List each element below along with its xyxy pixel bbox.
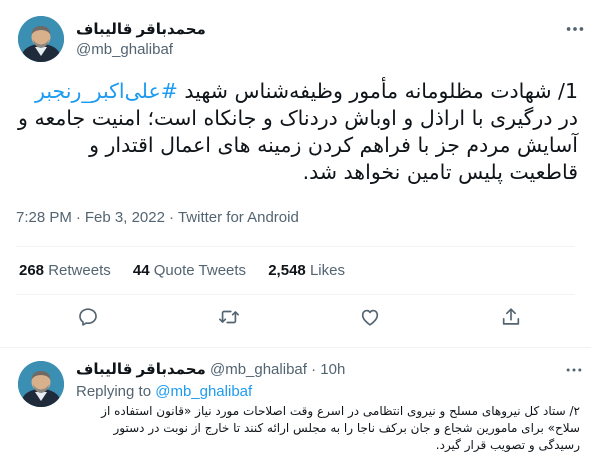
replying-to-mention[interactable]: @mb_ghalibaf [155, 383, 252, 400]
tweet-time[interactable]: 7:28 PM [16, 209, 72, 226]
divider [16, 294, 575, 295]
tweet-text-start: 1/ شهادت مظلومانه مأمور وظیفه‌شناس شهید [177, 79, 578, 103]
avatar-image [18, 361, 64, 407]
quote-tweets-stat[interactable]: 44 Quote Tweets [133, 262, 246, 279]
retweet-icon[interactable] [218, 306, 240, 328]
divider [0, 347, 591, 348]
reply-header: محمدباقر قالیباف @mb_ghalibaf · 10h [76, 360, 345, 378]
reply-icon[interactable] [77, 306, 99, 328]
reply-author-name[interactable]: محمدباقر قالیباف [76, 361, 206, 378]
tweet-stats: 268 Retweets 44 Quote Tweets 2,548 Likes [19, 262, 363, 279]
more-options-icon[interactable] [564, 18, 586, 40]
hashtag-link[interactable]: #علی‌اکبر_رنجبر [35, 79, 178, 103]
tweet-meta: 7:28 PM · Feb 3, 2022 · Twitter for Android [16, 209, 303, 226]
reply-author-handle[interactable]: @mb_ghalibaf [210, 361, 307, 378]
author-handle[interactable]: @mb_ghalibaf [76, 41, 173, 58]
replying-to-label: Replying to [76, 383, 152, 400]
reply-text: ۲/ ستاد کل نیروهای مسلح و نیروی انتظامی … [101, 404, 580, 452]
meta-separator: · [168, 209, 174, 226]
reply-separator: · [311, 361, 317, 378]
main-tweet: محمدباقر قالیباف @mb_ghalibaf 1/ شهادت م… [0, 0, 591, 348]
tweet-date[interactable]: Feb 3, 2022 [85, 209, 165, 226]
likes-stat[interactable]: 2,548 Likes [268, 262, 345, 279]
reply-time[interactable]: 10h [320, 361, 345, 378]
reply-more-options-icon[interactable] [564, 360, 584, 380]
share-icon[interactable] [500, 306, 522, 328]
replying-to: Replying to @mb_ghalibaf [76, 383, 252, 400]
retweets-stat[interactable]: 268 Retweets [19, 262, 111, 279]
tweet-actions [0, 306, 591, 336]
divider [16, 246, 575, 247]
avatar-image [18, 16, 64, 62]
avatar[interactable] [18, 16, 64, 62]
tweet-source[interactable]: Twitter for Android [178, 209, 299, 226]
tweet-text-end: در درگیری با اراذل و اوباش دردناک و جانک… [18, 106, 578, 184]
reply-avatar[interactable] [18, 361, 64, 407]
meta-separator: · [75, 209, 81, 226]
tweet-text: 1/ شهادت مظلومانه مأمور وظیفه‌شناس شهید … [16, 78, 578, 186]
like-icon[interactable] [359, 306, 381, 328]
author-name[interactable]: محمدباقر قالیباف [76, 20, 206, 38]
